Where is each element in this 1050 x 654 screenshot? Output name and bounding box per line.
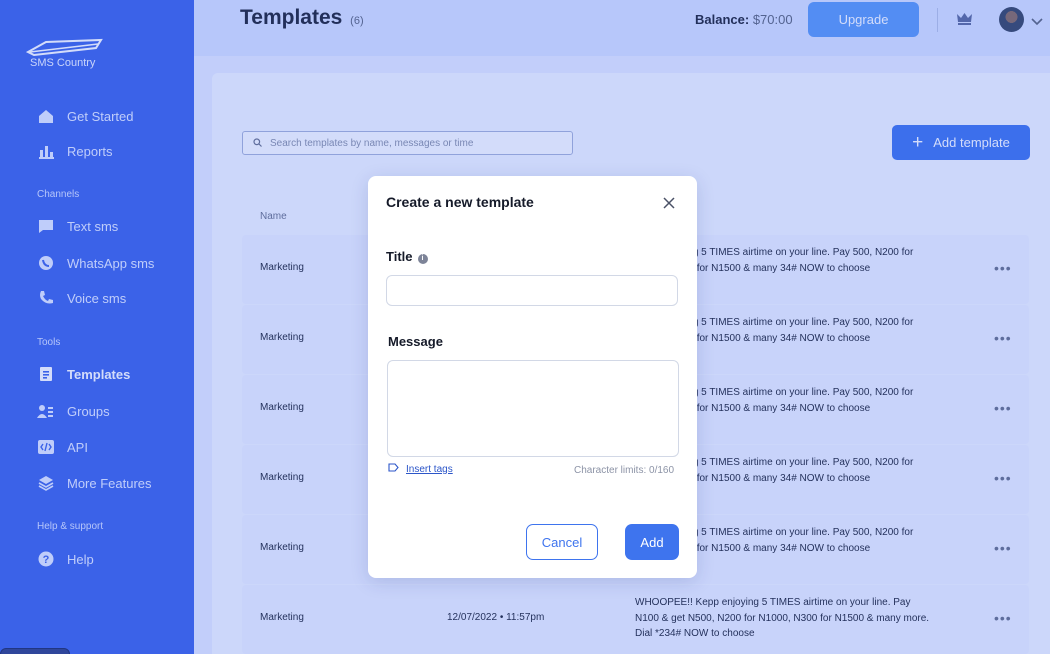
insert-tags-link[interactable]: Insert tags (388, 463, 453, 475)
message-input[interactable] (387, 360, 679, 457)
close-icon[interactable] (661, 195, 677, 211)
cancel-button[interactable]: Cancel (526, 524, 598, 560)
tag-icon (388, 463, 399, 475)
character-limit: Character limits: 0/160 (574, 465, 675, 476)
info-icon[interactable]: i (417, 253, 428, 264)
title-input[interactable] (386, 275, 678, 306)
title-field-label: Title i (386, 249, 428, 264)
add-button[interactable]: Add (625, 524, 679, 560)
title-label-text: Title (386, 249, 413, 264)
insert-tags-label: Insert tags (406, 463, 453, 475)
modal-title: Create a new template (386, 194, 534, 210)
create-template-modal: Create a new template Title i Message Ins… (368, 176, 697, 578)
message-field-label: Message (388, 334, 443, 349)
